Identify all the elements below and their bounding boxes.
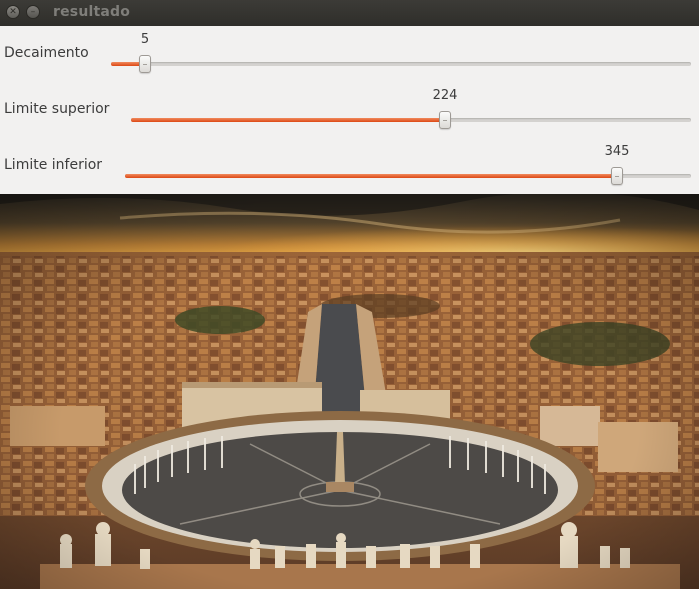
slider-handle[interactable]	[439, 111, 451, 129]
city-photo	[0, 194, 699, 589]
slider-value-decaimento: 5	[140, 32, 150, 47]
window-title: resultado	[53, 4, 131, 20]
slider-decaimento[interactable]	[111, 55, 691, 73]
slider-label-decaimento: Decaimento	[4, 45, 89, 61]
slider-label-limite-inferior: Limite inferior	[4, 157, 103, 173]
title-bar: ✕ – resultado	[0, 0, 699, 26]
controls-panel: Decaimento 5 Limite superior 224 Limite …	[0, 26, 699, 194]
app-window: ✕ – resultado Decaimento 5 Limite superi…	[0, 0, 699, 589]
slider-fill	[131, 118, 445, 122]
slider-handle[interactable]	[139, 55, 151, 73]
slider-handle[interactable]	[611, 167, 623, 185]
minimize-icon[interactable]: –	[26, 5, 40, 19]
slider-value-limite-superior: 224	[432, 88, 458, 103]
close-icon[interactable]: ✕	[6, 5, 20, 19]
slider-fill	[125, 174, 617, 178]
slider-value-limite-inferior: 345	[604, 144, 630, 159]
slider-limite-superior[interactable]	[131, 111, 691, 129]
slider-label-limite-superior: Limite superior	[4, 101, 110, 117]
slider-limite-inferior[interactable]	[125, 167, 691, 185]
result-image	[0, 194, 699, 589]
